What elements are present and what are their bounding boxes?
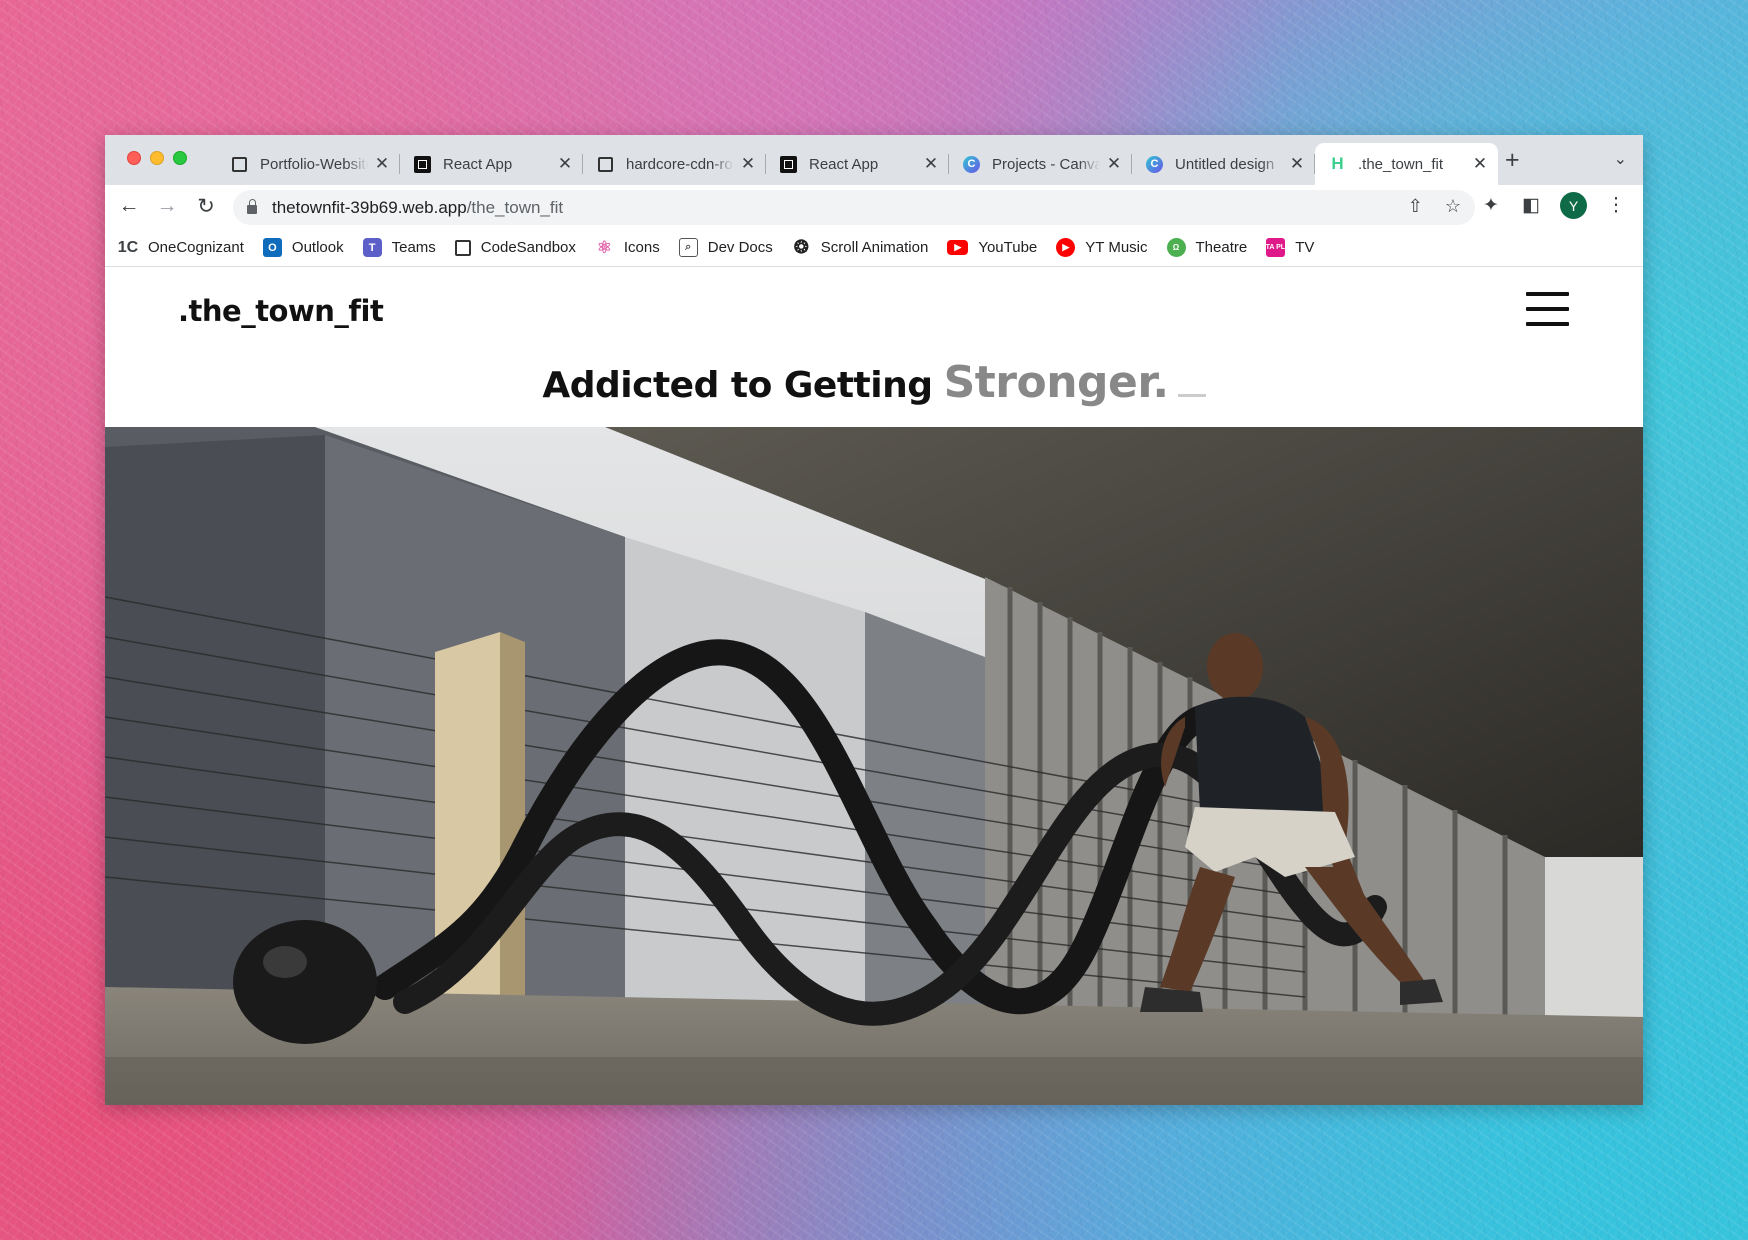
tab-projects-canva[interactable]: C Projects - Canva ✕ [949, 143, 1132, 185]
forward-arrow-icon[interactable]: → [155, 194, 179, 218]
bookmark-tv[interactable]: TATA PLAY TV [1257, 238, 1315, 257]
canva-icon: C [963, 155, 980, 173]
hamburger-menu-icon[interactable] [1526, 292, 1569, 326]
hero-image [105, 427, 1643, 1105]
address-bar[interactable]: thetownfit-39b69.web.app/the_town_fit ⇧ … [233, 190, 1475, 225]
tab-title: .the_town_fit [1358, 155, 1444, 173]
hero-headline: Addicted to Getting Stronger. [105, 357, 1643, 408]
minimize-window-button[interactable] [150, 151, 164, 165]
browser-window: Portfolio-Website ✕ React App ✕ hardcore… [105, 135, 1643, 1105]
bookmark-teams[interactable]: T Teams [362, 238, 436, 257]
close-icon[interactable]: ✕ [1106, 154, 1122, 174]
bookmark-label: YT Music [1085, 239, 1148, 256]
bookmark-onecognizant[interactable]: 1C OneCognizant [118, 238, 244, 257]
bookmark-label: Icons [623, 239, 660, 256]
tab-hardcore-cdn[interactable]: hardcore-cdn-rose ✕ [583, 143, 766, 185]
toolbar: ← → ↻ thetownfit-39b69.web.app/the_town_… [105, 185, 1643, 229]
teams-icon: T [362, 238, 382, 257]
close-icon[interactable]: ✕ [740, 154, 756, 174]
scroll-animation-icon: ❂ [793, 237, 809, 257]
chevron-down-icon[interactable]: ⌄ [1614, 149, 1627, 169]
site-header: .the_town_fit Addicted to Getting Strong… [105, 267, 1643, 427]
close-icon[interactable]: ✕ [1472, 154, 1488, 174]
typing-cursor [1177, 394, 1206, 397]
youtube-icon: ▶ [947, 240, 969, 255]
tab-portfolio-website[interactable]: Portfolio-Website ✕ [217, 143, 400, 185]
close-window-button[interactable] [127, 151, 141, 165]
tab-the-town-fit[interactable]: H .the_town_fit ✕ [1315, 143, 1498, 185]
hero-photo-battle-ropes [105, 427, 1643, 1105]
bookmark-theatre[interactable]: Ω Theatre [1166, 238, 1248, 257]
tab-react-app-2[interactable]: React App ✕ [766, 143, 949, 185]
back-arrow-icon[interactable]: ← [117, 194, 141, 218]
react-app-icon [414, 155, 431, 173]
headline-static-text: Addicted to Getting [542, 365, 933, 406]
site-logo[interactable]: .the_town_fit [178, 294, 384, 328]
tab-title: Portfolio-Website [260, 155, 368, 173]
reload-icon[interactable]: ↻ [194, 194, 218, 219]
bookmark-label: OneCognizant [148, 239, 244, 256]
star-icon[interactable]: ☆ [1445, 196, 1461, 217]
bookmark-label: Teams [391, 239, 436, 256]
close-icon[interactable]: ✕ [923, 154, 939, 174]
bookmark-scroll-animation[interactable]: ❂ Scroll Animation [792, 237, 929, 257]
bookmark-yt-music[interactable]: ▶ YT Music [1056, 238, 1148, 257]
yt-music-icon: ▶ [1056, 238, 1076, 257]
bookmark-label: Scroll Animation [820, 239, 929, 256]
bookmark-icons[interactable]: ⚛ Icons [595, 238, 660, 257]
share-icon[interactable]: ⇧ [1408, 196, 1423, 217]
tata-play-icon: TATA PLAY [1257, 238, 1294, 257]
atom-icon: ⚛ [596, 237, 612, 257]
headline-typed-text: Stronger. [943, 357, 1169, 408]
tab-title: hardcore-cdn-rose [626, 155, 734, 173]
bookmark-dev-docs[interactable]: ⌕ Dev Docs [678, 238, 773, 257]
close-icon[interactable]: ✕ [1289, 154, 1305, 174]
bookmarks-bar: 1C OneCognizant O Outlook T Teams CodeSa… [105, 229, 1643, 267]
page-content: .the_town_fit Addicted to Getting Strong… [105, 267, 1643, 1105]
window-controls [127, 151, 187, 165]
bookmark-youtube[interactable]: ▶ YouTube [947, 239, 1037, 256]
close-icon[interactable]: ✕ [557, 154, 573, 174]
tab-title: React App [809, 155, 879, 173]
new-tab-button[interactable]: + [1505, 146, 1520, 175]
avatar[interactable]: Y [1560, 192, 1587, 219]
tab-title: Untitled design [1175, 155, 1275, 173]
maximize-window-button[interactable] [173, 151, 187, 165]
onecognizant-icon: 1C [117, 238, 139, 256]
url-host: thetownfit-39b69.web.app [272, 197, 467, 217]
bookmark-outlook[interactable]: O Outlook [262, 238, 344, 257]
lock-icon[interactable] [247, 199, 257, 214]
bookmark-label: TV [1295, 239, 1315, 256]
close-icon[interactable]: ✕ [374, 154, 390, 174]
side-panel-icon[interactable]: ◧ [1520, 194, 1542, 217]
tabs: Portfolio-Website ✕ React App ✕ hardcore… [217, 143, 1498, 185]
react-app-icon [780, 155, 797, 173]
url-path: /the_town_fit [466, 197, 564, 217]
bookmark-label: Theatre [1195, 239, 1248, 256]
more-vert-icon[interactable]: ⋮ [1605, 194, 1627, 217]
bookmark-label: Outlook [291, 239, 344, 256]
codesandbox-icon [454, 239, 471, 256]
canva-icon: C [1146, 155, 1163, 173]
extensions-puzzle-icon[interactable]: ✦ [1480, 194, 1502, 217]
tab-react-app[interactable]: React App ✕ [400, 143, 583, 185]
outlook-icon: O [262, 238, 282, 257]
bookmark-label: CodeSandbox [480, 239, 576, 256]
h-icon: H [1331, 154, 1344, 173]
doc-icon [231, 156, 248, 173]
theatre-icon: Ω [1166, 238, 1186, 257]
tab-untitled-design[interactable]: C Untitled design ✕ [1132, 143, 1315, 185]
doc-icon [597, 156, 614, 173]
tab-strip: Portfolio-Website ✕ React App ✕ hardcore… [105, 135, 1643, 185]
bookmark-codesandbox[interactable]: CodeSandbox [454, 239, 576, 256]
bookmark-label: YouTube [978, 239, 1038, 256]
tab-title: Projects - Canva [992, 155, 1100, 173]
devdocs-icon: ⌕ [678, 238, 698, 257]
bookmark-label: Dev Docs [707, 239, 773, 256]
tab-title: React App [443, 155, 513, 173]
